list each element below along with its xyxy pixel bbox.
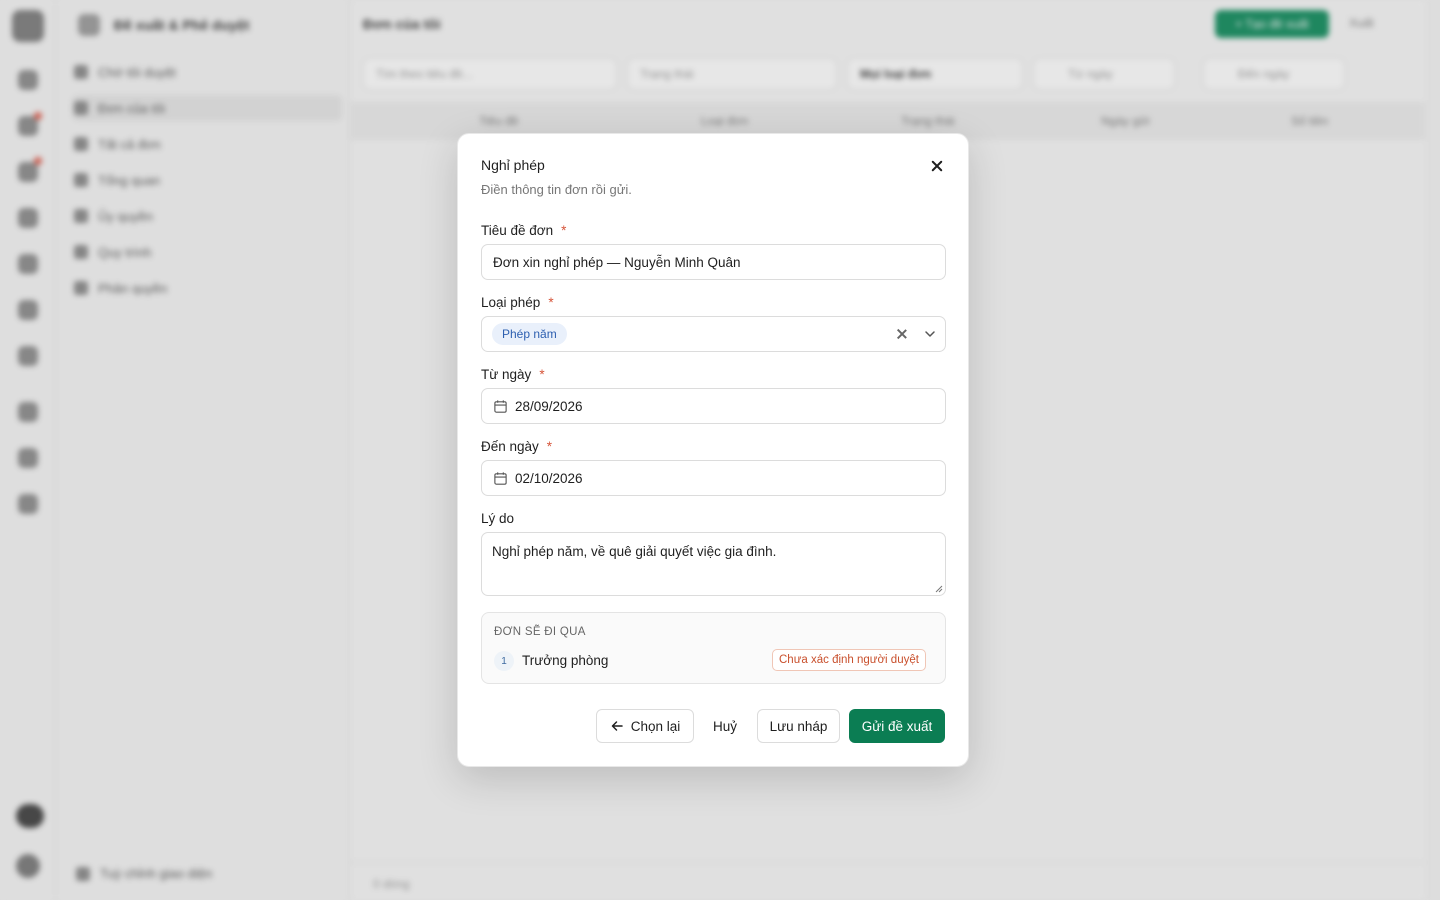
- close-icon[interactable]: [928, 157, 946, 175]
- title-input-value: Đơn xin nghỉ phép — Nguyễn Minh Quân: [493, 254, 741, 270]
- status-badge: Chưa xác định người duyệt: [772, 649, 926, 671]
- required-mark: *: [561, 223, 567, 238]
- required-mark: *: [548, 295, 554, 310]
- required-mark: *: [539, 367, 545, 382]
- dialog-title: Nghỉ phép: [481, 157, 545, 173]
- reason-value: Nghỉ phép năm, về quê giải quyết việc gi…: [492, 544, 777, 559]
- arrow-left-icon: [611, 721, 623, 731]
- approval-route-panel: ĐƠN SẼ ĐI QUA 1 Trưởng phòng Chưa xác đị…: [481, 612, 946, 684]
- from-date-input[interactable]: 28/09/2026: [481, 388, 946, 424]
- to-label: Đến ngày *: [481, 439, 552, 454]
- title-label: Tiêu đề đơn *: [481, 223, 566, 238]
- calendar-icon: [494, 471, 507, 485]
- step-name: Trưởng phòng: [522, 653, 609, 668]
- step-number: 1: [494, 651, 514, 671]
- selected-type-tag: Phép năm: [492, 323, 567, 345]
- title-label-text: Tiêu đề đơn: [481, 223, 554, 238]
- back-button-label: Chọn lại: [630, 718, 681, 734]
- leave-type-select[interactable]: Phép năm: [481, 316, 946, 352]
- back-button[interactable]: Chọn lại: [596, 709, 694, 743]
- from-label-text: Từ ngày: [481, 367, 532, 382]
- reason-textarea[interactable]: Nghỉ phép năm, về quê giải quyết việc gi…: [481, 532, 946, 596]
- cancel-button[interactable]: Huỷ: [702, 709, 748, 743]
- title-input[interactable]: Đơn xin nghỉ phép — Nguyễn Minh Quân: [481, 244, 946, 280]
- type-label-text: Loại phép: [481, 295, 541, 310]
- route-title: ĐƠN SẼ ĐI QUA: [494, 626, 586, 638]
- type-label: Loại phép *: [481, 295, 554, 310]
- from-date-value: 28/09/2026: [515, 398, 583, 414]
- resize-handle-icon[interactable]: [935, 585, 943, 593]
- to-label-text: Đến ngày: [481, 439, 539, 454]
- to-date-value: 02/10/2026: [515, 470, 583, 486]
- required-mark: *: [546, 439, 553, 454]
- reason-label: Lý do: [481, 511, 515, 526]
- leave-request-dialog: Nghỉ phép Điền thông tin đơn rồi gửi. Ti…: [457, 133, 969, 767]
- chevron-down-icon[interactable]: [923, 327, 937, 341]
- save-draft-button[interactable]: Lưu nháp: [757, 709, 840, 743]
- to-date-input[interactable]: 02/10/2026: [481, 460, 946, 496]
- from-label: Từ ngày *: [481, 367, 545, 382]
- dialog-subtitle: Điền thông tin đơn rồi gửi.: [481, 182, 632, 197]
- submit-button[interactable]: Gửi đề xuất: [849, 709, 945, 743]
- clear-icon[interactable]: [896, 328, 908, 340]
- calendar-icon: [494, 399, 507, 413]
